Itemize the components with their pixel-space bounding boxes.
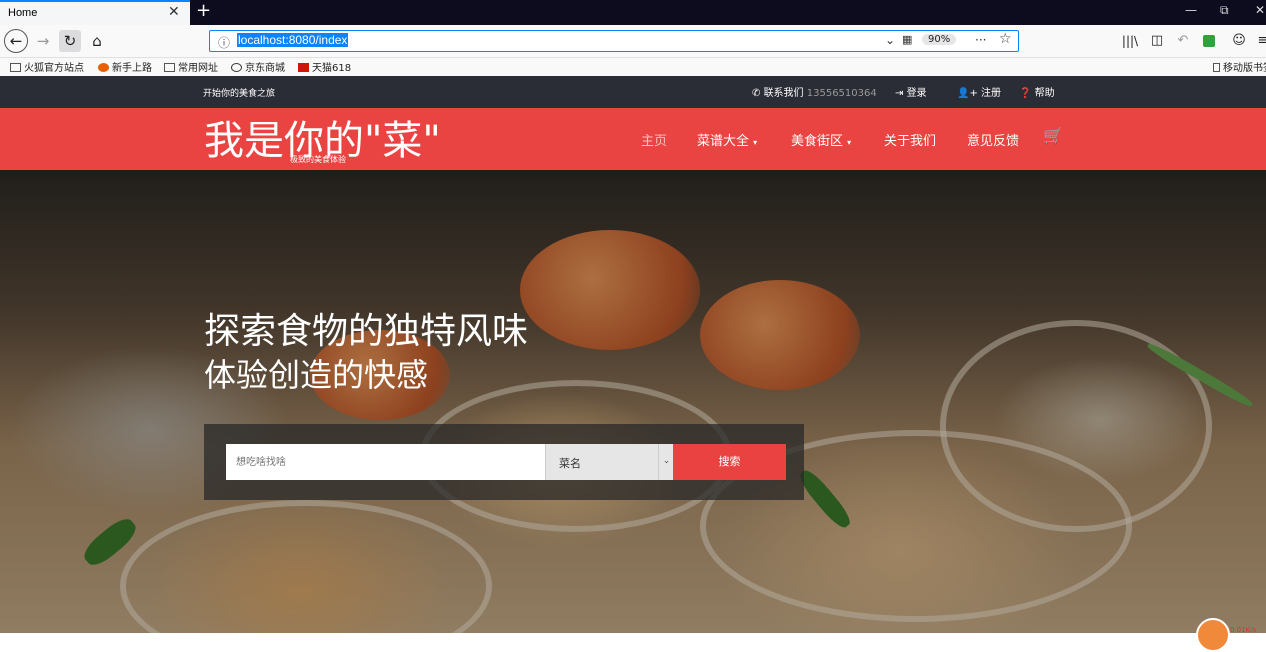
menu-icon[interactable]: ≡ <box>1252 30 1266 52</box>
close-window-icon[interactable]: ✕ <box>1255 3 1265 17</box>
caret-down-icon: ▾ <box>753 138 758 147</box>
site-header: 我是你的"菜" 极致的美食体验 主页 菜谱大全 ▾ 美食街区 ▾ 关于我们 意见… <box>0 108 1266 170</box>
search-input[interactable] <box>226 444 546 480</box>
bookmark-item[interactable]: 常用网址 <box>164 59 218 74</box>
select-value: 菜名 <box>559 457 581 470</box>
login-icon: ⇥ <box>895 88 907 99</box>
extension-green-icon[interactable] <box>1203 35 1215 47</box>
tab-title: Home <box>8 7 38 19</box>
add-user-icon: 👤+ <box>957 88 982 99</box>
new-tab-icon[interactable]: + <box>196 0 211 21</box>
search-panel: 菜名 ⌄ 搜索 <box>204 424 804 500</box>
sidebar-icon[interactable]: ◫ <box>1146 30 1168 52</box>
bookmark-star-icon[interactable]: ☆ <box>999 31 1012 47</box>
help-link[interactable]: ❓ 帮助 <box>1019 84 1055 99</box>
bookmark-item[interactable]: 天猫618 <box>298 59 351 74</box>
address-bar[interactable]: ⓘ localhost:8080/index ⌄ ▦ 90% ··· ☆ <box>209 30 1019 52</box>
cart-icon[interactable]: 🛒 <box>1043 126 1063 145</box>
menu-home[interactable]: 主页 <box>641 130 667 149</box>
contact-us[interactable]: ✆ 联系我们 13556510364 <box>752 84 877 99</box>
login-link[interactable]: ⇥ 登录 <box>895 84 927 99</box>
home-icon[interactable]: ⌂ <box>86 30 108 52</box>
menu-about[interactable]: 关于我们 <box>884 130 936 149</box>
logo-tagline: 极致的美食体验 <box>290 155 346 164</box>
minimize-icon[interactable]: — <box>1185 3 1197 17</box>
phone-icon: ✆ <box>752 88 764 99</box>
zoom-level[interactable]: 90% <box>922 34 957 45</box>
site-slogan: 开始你的美食之旅 <box>203 89 276 99</box>
menu-recipes[interactable]: 菜谱大全 ▾ <box>697 130 757 149</box>
globe-icon <box>231 63 242 72</box>
undo-icon[interactable]: ↶ <box>1172 30 1194 52</box>
search-button[interactable]: 搜索 <box>673 444 786 480</box>
site-info-icon[interactable]: ⓘ <box>218 34 230 51</box>
hero-overlay <box>0 170 1266 633</box>
page-actions-chevron-icon[interactable]: ⌄ <box>885 33 895 47</box>
hero-banner: 探索食物的独特风味 体验创造的快感 菜名 ⌄ 搜索 <box>0 170 1266 633</box>
back-arrow-icon[interactable]: ← <box>4 29 28 53</box>
site-top-bar: 开始你的美食之旅 ✆ 联系我们 13556510364 ⇥ 登录 👤+ 注册 ❓… <box>0 76 1266 108</box>
bookmark-item[interactable]: 新手上路 <box>98 59 152 74</box>
menu-feedback[interactable]: 意见反馈 <box>967 130 1019 149</box>
tab-home[interactable]: Home ✕ <box>0 0 190 25</box>
caret-down-icon: ▾ <box>847 138 852 147</box>
hero-headline: 探索食物的独特风味 <box>204 311 529 352</box>
menu-food-street[interactable]: 美食街区 ▾ <box>791 130 851 149</box>
firefox-icon <box>98 63 109 72</box>
reload-icon[interactable]: ↻ <box>59 30 81 52</box>
folder-icon <box>10 63 21 72</box>
mobile-icon <box>1213 63 1220 72</box>
navigation-toolbar: ← → ↻ ⌂ ⓘ localhost:8080/index ⌄ ▦ 90% ·… <box>0 25 1266 58</box>
chevron-down-icon[interactable]: ⌄ <box>658 444 674 480</box>
phone-number: 13556510364 <box>806 88 877 99</box>
network-monitor-icon[interactable] <box>1196 618 1230 652</box>
tmall-icon <box>298 63 309 72</box>
forward-arrow-icon[interactable]: → <box>32 30 54 52</box>
page-actions-menu-icon[interactable]: ··· <box>975 33 986 47</box>
extension-face-icon[interactable]: ☺ <box>1228 30 1250 52</box>
tab-close-icon[interactable]: ✕ <box>168 4 180 20</box>
mobile-bookmarks[interactable]: 移动版书签 <box>1213 59 1266 74</box>
bookmarks-toolbar: 火狐官方站点 新手上路 常用网址 京东商城 天猫618 移动版书签 <box>0 58 1266 76</box>
register-link[interactable]: 👤+ 注册 <box>957 84 1001 99</box>
bookmark-item[interactable]: 京东商城 <box>231 59 285 74</box>
hero-subheadline: 体验创造的快感 <box>204 356 429 394</box>
tab-strip: Home ✕ + — ⧉ ✕ <box>0 0 1266 25</box>
library-icon[interactable]: |||\ <box>1119 30 1141 52</box>
search-category-select[interactable]: 菜名 ⌄ <box>545 444 673 480</box>
restore-icon[interactable]: ⧉ <box>1220 3 1229 18</box>
folder-icon <box>164 63 175 72</box>
qr-code-icon[interactable]: ▦ <box>902 33 912 46</box>
help-icon: ❓ <box>1019 88 1035 99</box>
bookmark-item[interactable]: 火狐官方站点 <box>10 59 84 74</box>
url-text[interactable]: localhost:8080/index <box>237 33 349 47</box>
